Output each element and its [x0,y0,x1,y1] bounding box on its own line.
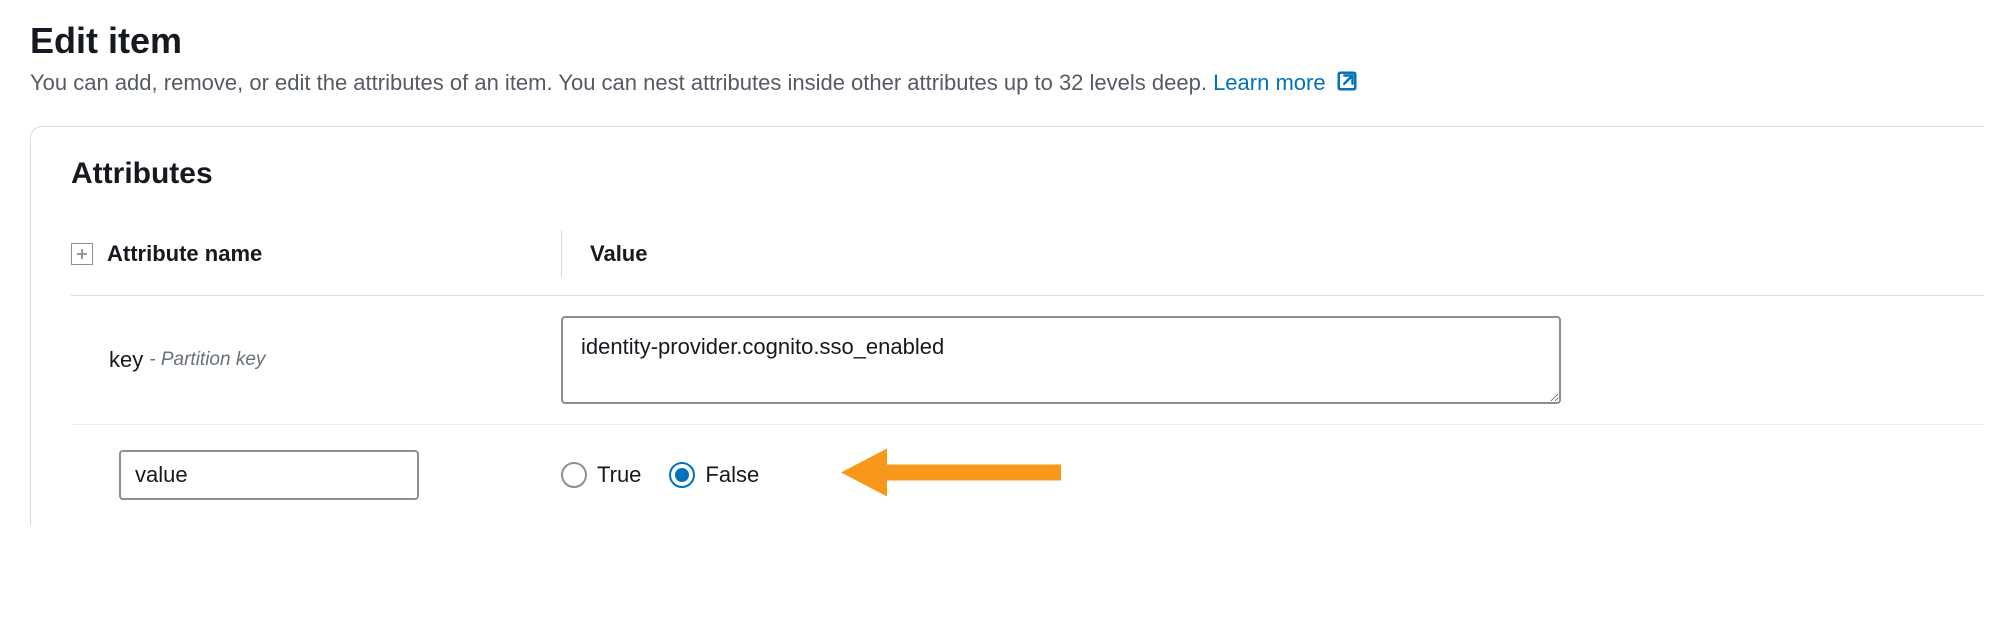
radio-true-label: True [597,462,641,488]
radio-false[interactable]: False [669,462,759,488]
value-cell [561,316,1984,404]
key-value-input[interactable] [561,316,1561,404]
table-row: True False [71,425,1984,525]
table-row: key - Partition key [71,296,1984,425]
panel-title: Attributes [71,157,1984,191]
attribute-name-cell [71,450,561,500]
arrow-annotation-icon [841,443,1071,508]
learn-more-link[interactable]: Learn more [1213,70,1358,95]
attribute-name-cell: key - Partition key [71,347,561,373]
table-header: Attribute name Value [71,231,1984,296]
expand-all-icon[interactable] [71,243,93,265]
radio-circle-icon [561,462,587,488]
radio-true[interactable]: True [561,462,641,488]
external-link-icon [1336,70,1358,98]
radio-dot-icon [675,468,689,482]
page-title: Edit item [30,20,1984,62]
page-description: You can add, remove, or edit the attribu… [30,70,1984,98]
value-cell: True False [561,462,1984,488]
radio-false-label: False [705,462,759,488]
column-header-value: Value [590,241,647,267]
header-divider [561,231,562,277]
description-text: You can add, remove, or edit the attribu… [30,70,1207,95]
attributes-panel: Attributes Attribute name Value key - Pa… [30,126,1984,525]
radio-circle-icon [669,462,695,488]
boolean-radio-group: True False [561,462,759,488]
attribute-name-input[interactable] [119,450,419,500]
learn-more-label: Learn more [1213,70,1326,95]
attribute-hint-partition-key: - Partition key [149,349,265,371]
column-header-attribute-name: Attribute name [107,241,262,267]
attribute-name-key: key [109,347,143,373]
